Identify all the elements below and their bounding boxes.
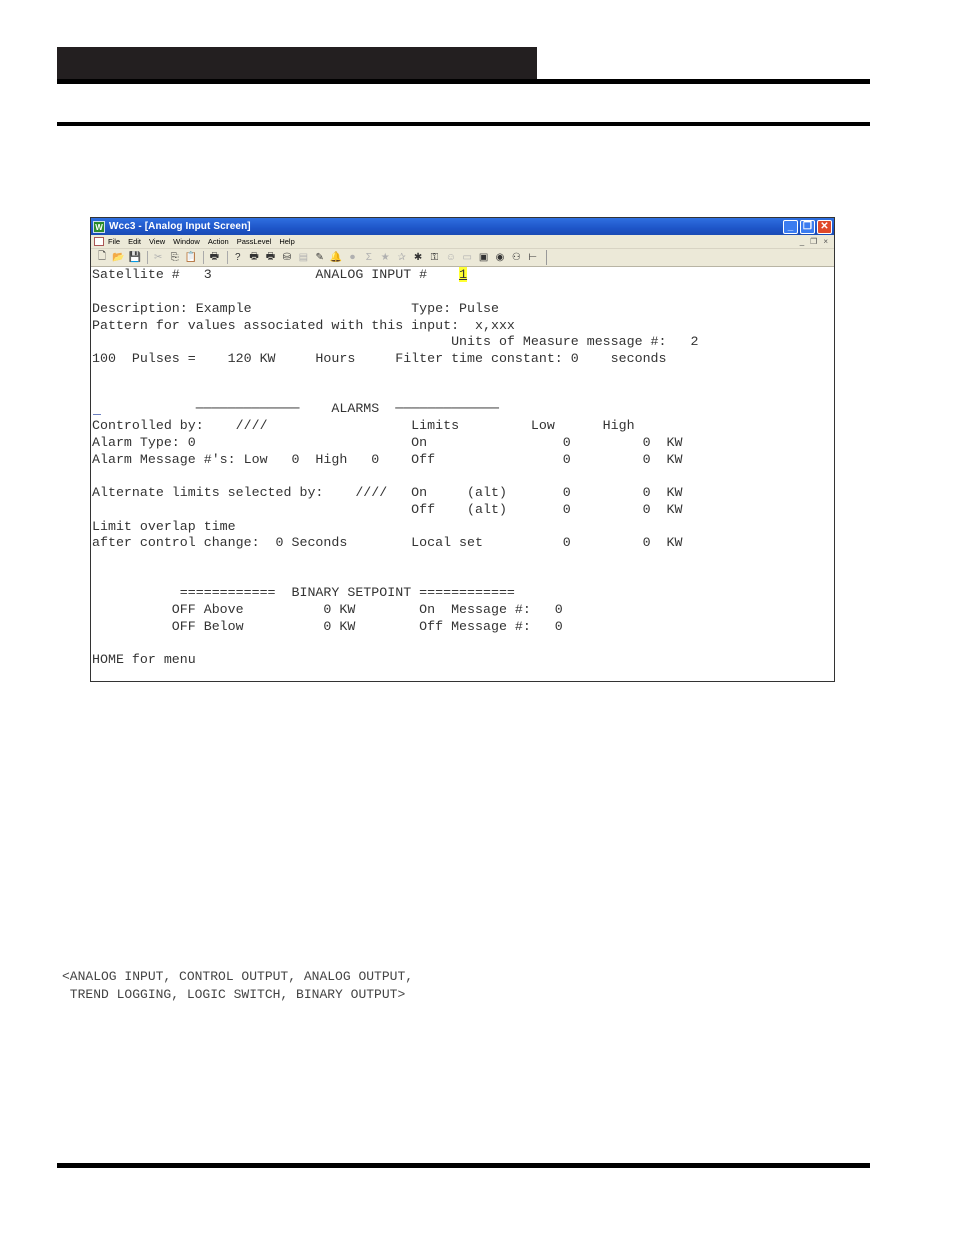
person-icon[interactable]: ☺ xyxy=(444,251,458,265)
analog-input-number-field[interactable]: 1 xyxy=(459,267,468,282)
off-above-row[interactable]: OFF Above 0 KW On Message #: 0 xyxy=(92,602,563,618)
close-button[interactable]: ✕ xyxy=(817,219,832,234)
document-icon[interactable] xyxy=(94,237,104,246)
minimize-button[interactable]: _ xyxy=(783,219,798,234)
menu-passlevel[interactable]: PassLevel xyxy=(237,237,272,246)
pattern-row[interactable]: Pattern for values associated with this … xyxy=(92,318,515,334)
star-icon[interactable]: ★ xyxy=(378,251,392,265)
toolbar: 🗋 📂 💾 ✂ ⎘ 📋 🖶? 🖶 🖶 ⛁ ▤ ✎ 🔔 ⏺ Σ ★ ✰ ✱ ⚿ ☺ ▭ ▣ ◉ ⚇ ⊢ xyxy=(91,249,834,267)
toolbar-separator xyxy=(203,251,205,264)
off-below-row[interactable]: OFF Below 0 KW Off Message #: 0 xyxy=(92,619,563,635)
alarms-header-row: ───────────── ALARMS ───────────── xyxy=(92,401,499,416)
window-title: Wcc3 - [Analog Input Screen] xyxy=(109,221,251,232)
alarm-message-row[interactable]: Alarm Message #'s: Low 0 High 0 Off 0 0 … xyxy=(92,452,682,468)
print-icon[interactable]: 🖶 xyxy=(207,251,221,265)
network-icon[interactable]: ⛁ xyxy=(280,251,294,265)
print-green-icon[interactable]: 🖶 xyxy=(247,251,261,265)
app-icon: W xyxy=(93,220,105,233)
alarm-icon[interactable]: ⏺ xyxy=(345,251,359,265)
pulses-row[interactable]: 100 Pulses = 120 KW Hours Filter time co… xyxy=(92,351,667,367)
badge-icon[interactable]: ✱ xyxy=(411,251,425,265)
binary-setpoint-header-row: ============ BINARY SETPOINT ===========… xyxy=(92,585,515,600)
limit-overlap-row: Limit overlap time xyxy=(92,519,236,534)
home-menu-row: HOME for menu xyxy=(92,652,196,667)
new-icon[interactable]: 🗋 xyxy=(95,251,109,265)
sigma-icon[interactable]: Σ xyxy=(362,251,376,265)
app-window: W Wcc3 - [Analog Input Screen] _ ❐ ✕ Fil… xyxy=(90,217,835,682)
edit-page-icon[interactable]: ✎ xyxy=(313,251,327,265)
paste-icon[interactable]: 📋 xyxy=(184,251,198,265)
tree-icon[interactable]: ⊢ xyxy=(526,251,540,265)
control-change-row[interactable]: after control change: 0 Seconds Local se… xyxy=(92,535,682,551)
mdi-restore-button[interactable]: ❐ xyxy=(810,237,817,246)
key-icon[interactable]: ⚿ xyxy=(427,251,441,265)
menu-action[interactable]: Action xyxy=(208,237,229,246)
units-row[interactable]: Units of Measure message #: 2 xyxy=(92,334,698,350)
screen-list-note: <ANALOG INPUT, CONTROL OUTPUT, ANALOG OU… xyxy=(62,968,413,1004)
save-icon[interactable]: 💾 xyxy=(128,251,142,265)
restore-button[interactable]: ❐ xyxy=(800,219,815,234)
wan-icon[interactable]: ⚇ xyxy=(509,251,523,265)
copy-icon[interactable]: ⎘ xyxy=(168,251,182,265)
page-header-rule-lower xyxy=(57,122,870,126)
mdi-close-button[interactable]: × xyxy=(823,237,828,246)
menu-help[interactable]: Help xyxy=(279,237,294,246)
note-line-1: <ANALOG INPUT, CONTROL OUTPUT, ANALOG OU… xyxy=(62,969,414,984)
toolbar-separator xyxy=(226,251,228,264)
off-alt-row[interactable]: Off (alt) 0 0 KW xyxy=(92,502,682,518)
menu-edit[interactable]: Edit xyxy=(128,237,141,246)
page-footer-rule xyxy=(57,1163,870,1168)
menu-file[interactable]: File xyxy=(108,237,120,246)
help-icon[interactable]: ? xyxy=(231,251,245,265)
eye-icon[interactable]: ◉ xyxy=(493,251,507,265)
color-palette-icon[interactable]: ▣ xyxy=(477,251,491,265)
menu-view[interactable]: View xyxy=(149,237,165,246)
alternate-limits-row[interactable]: Alternate limits selected by: //// On (a… xyxy=(92,485,682,501)
mdi-minimize-button[interactable]: _ xyxy=(800,237,804,246)
alarm-type-row[interactable]: Alarm Type: 0 On 0 0 KW xyxy=(92,435,682,451)
star-add-icon[interactable]: ✰ xyxy=(395,251,409,265)
bell-icon[interactable]: 🔔 xyxy=(329,251,343,265)
toolbar-separator xyxy=(147,251,149,264)
toolbar-end-separator xyxy=(546,250,548,265)
copy-page-icon[interactable]: ▤ xyxy=(296,251,310,265)
satellite-row: Satellite # 3 ANALOG INPUT # 1 xyxy=(92,267,468,282)
note-line-2: TREND LOGGING, LOGIC SWITCH, BINARY OUTP… xyxy=(62,987,406,1002)
print-red-icon[interactable]: 🖶 xyxy=(264,251,278,265)
chart-icon[interactable]: ▭ xyxy=(460,251,474,265)
page-header-block xyxy=(57,47,537,79)
menu-window[interactable]: Window xyxy=(173,237,200,246)
menu-bar: File Edit View Window Action PassLevel H… xyxy=(91,235,834,249)
cut-icon[interactable]: ✂ xyxy=(151,251,165,265)
controlled-by-row[interactable]: Controlled by: //// Limits Low High xyxy=(92,418,635,434)
terminal-screen[interactable]: Satellite # 3 ANALOG INPUT # 1 Descripti… xyxy=(91,267,834,683)
page-header-rule xyxy=(57,79,870,84)
title-bar[interactable]: W Wcc3 - [Analog Input Screen] _ ❐ ✕ xyxy=(91,218,834,235)
description-row[interactable]: Description: Example Type: Pulse xyxy=(92,301,499,317)
open-icon[interactable]: 📂 xyxy=(111,251,125,265)
